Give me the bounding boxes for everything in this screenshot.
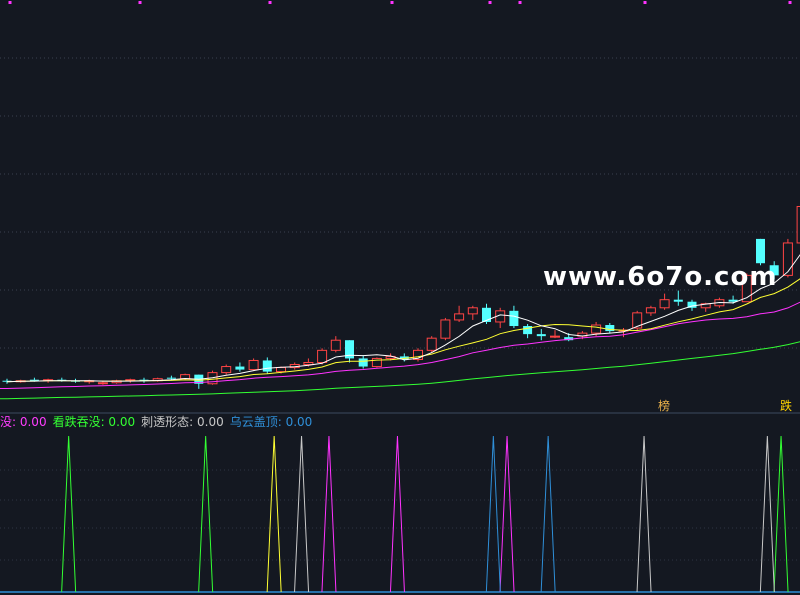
candle-body (166, 377, 176, 379)
candle-body (235, 366, 245, 370)
candle-body (330, 339, 341, 351)
top-marker (488, 1, 492, 4)
legend-item: 没: 0.00 (0, 414, 47, 429)
legend-item: 看跌吞没: 0.00 (53, 414, 136, 429)
candle-body (262, 360, 272, 372)
chart-canvas: 49.95没: 0.00看跌吞没: 0.00刺透形态: 0.00乌云盖顶: 0.… (0, 1, 800, 593)
legend-item: 刺透形态: 0.00 (141, 415, 224, 429)
top-marker (8, 1, 12, 4)
signal-spike (389, 435, 405, 593)
candle-body (248, 359, 259, 371)
candle-body (536, 334, 546, 337)
signal-spike (485, 435, 501, 593)
signal-spike (321, 435, 337, 593)
chart-window: 49.95没: 0.00看跌吞没: 0.00刺透形态: 0.00乌云盖顶: 0.… (0, 0, 800, 595)
candle-body (782, 242, 793, 276)
signal-spike (636, 435, 652, 593)
ma10-line (6, 278, 800, 383)
watermark: www.6o7o.com (543, 262, 778, 292)
top-marker (518, 1, 522, 4)
candle-body (645, 307, 656, 314)
signal-spike (61, 435, 77, 593)
signal-tag-2: 跌 (780, 399, 793, 413)
candle-body (467, 307, 478, 315)
candle-body (454, 313, 465, 321)
top-marker (788, 1, 792, 4)
candle-body (550, 335, 560, 338)
top-marker (390, 1, 394, 4)
signal-spike (773, 435, 789, 593)
candle-body (303, 361, 314, 366)
candle-body (358, 358, 368, 367)
top-marker (268, 1, 272, 4)
legend-item: 乌云盖顶: 0.00 (230, 414, 313, 429)
candle-body (440, 319, 451, 339)
candle-body (482, 307, 491, 322)
ma5-line (6, 254, 800, 383)
candle-body (317, 349, 328, 363)
signal-spike (266, 435, 282, 593)
signal-spike (294, 435, 310, 593)
candle-body (673, 299, 683, 302)
signal-spike (759, 435, 775, 593)
candle-body (97, 382, 108, 385)
signal-spike (499, 435, 515, 593)
candle-body (509, 310, 519, 327)
top-marker (643, 1, 647, 4)
signal-spike (540, 435, 556, 593)
candle-body (659, 299, 670, 309)
candle-body (426, 337, 437, 351)
candle-body (221, 366, 232, 374)
top-marker (138, 1, 142, 4)
candle-body (276, 367, 286, 373)
signal-spike (198, 435, 214, 593)
candle-body (591, 324, 602, 334)
candle-body (756, 238, 765, 264)
signal-tag-1: 榜 (658, 399, 671, 413)
